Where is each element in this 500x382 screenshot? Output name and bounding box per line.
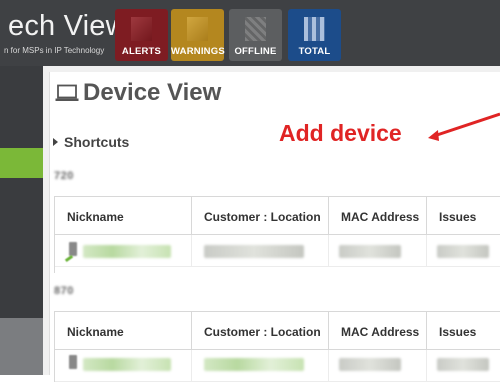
table-row-mac-cell bbox=[329, 235, 427, 267]
table-row-nickname-cell[interactable] bbox=[55, 350, 192, 382]
device-table: Nickname Customer : Location MAC Address… bbox=[54, 311, 500, 382]
table-row-customer-cell bbox=[192, 235, 329, 267]
annotation-add-device: Add device bbox=[279, 120, 402, 146]
app-header: ech View n for MSPs in IP Technology ALE… bbox=[0, 0, 500, 66]
shortcuts-toggle[interactable]: Shortcuts bbox=[53, 134, 129, 150]
group-id: 720 bbox=[54, 170, 74, 182]
table-row-mac-cell bbox=[329, 350, 427, 382]
column-header-mac-address[interactable]: MAC Address bbox=[329, 312, 427, 350]
table-row-nickname-cell[interactable] bbox=[55, 235, 192, 267]
redacted-mac bbox=[339, 245, 401, 258]
table-row-issues-cell bbox=[427, 235, 500, 267]
device-icon bbox=[69, 242, 77, 256]
column-header-customer-location[interactable]: Customer : Location bbox=[192, 197, 329, 235]
annotation-arrow-icon bbox=[428, 112, 500, 141]
table-row-customer-cell bbox=[192, 350, 329, 382]
alerts-tile[interactable]: ALERTS bbox=[115, 9, 168, 61]
column-header-issues[interactable]: Issues bbox=[427, 312, 500, 350]
app-title: ech View bbox=[8, 10, 127, 42]
caret-right-icon bbox=[53, 138, 58, 146]
redacted-customer bbox=[204, 358, 304, 371]
group-id: 870 bbox=[54, 285, 74, 297]
column-header-customer-location[interactable]: Customer : Location bbox=[192, 312, 329, 350]
redacted-issues bbox=[437, 245, 489, 258]
redacted-customer bbox=[204, 245, 304, 258]
column-header-issues[interactable]: Issues bbox=[427, 197, 500, 235]
warnings-count-icon bbox=[187, 17, 208, 41]
device-table: Nickname Customer : Location MAC Address… bbox=[54, 196, 500, 273]
total-count-icon bbox=[304, 17, 325, 41]
column-header-nickname[interactable]: Nickname bbox=[55, 312, 192, 350]
alerts-label: ALERTS bbox=[121, 46, 162, 57]
redacted-mac bbox=[339, 358, 401, 371]
total-label: TOTAL bbox=[298, 46, 331, 57]
column-header-mac-address[interactable]: MAC Address bbox=[329, 197, 427, 235]
device-status-icon bbox=[64, 254, 74, 263]
laptop-icon bbox=[55, 84, 79, 101]
column-header-nickname[interactable]: Nickname bbox=[55, 197, 192, 235]
offline-count-icon bbox=[245, 17, 266, 41]
redacted-nickname bbox=[83, 358, 171, 371]
app-subtitle: n for MSPs in IP Technology bbox=[4, 46, 105, 55]
total-tile[interactable]: TOTAL bbox=[288, 9, 341, 61]
table-row-issues-cell bbox=[427, 350, 500, 382]
offline-label: OFFLINE bbox=[234, 46, 277, 57]
device-icon bbox=[69, 355, 77, 369]
alerts-count-icon bbox=[131, 17, 152, 41]
page-title: Device View bbox=[83, 79, 222, 106]
shortcuts-label: Shortcuts bbox=[64, 134, 130, 150]
redacted-issues bbox=[437, 358, 489, 371]
offline-tile[interactable]: OFFLINE bbox=[229, 9, 282, 61]
sidebar-item-active[interactable] bbox=[0, 148, 43, 178]
sidebar-item-lower[interactable] bbox=[0, 318, 43, 375]
warnings-tile[interactable]: WARNINGS bbox=[171, 9, 225, 61]
warnings-label: WARNINGS bbox=[171, 46, 225, 57]
redacted-nickname bbox=[83, 245, 171, 258]
